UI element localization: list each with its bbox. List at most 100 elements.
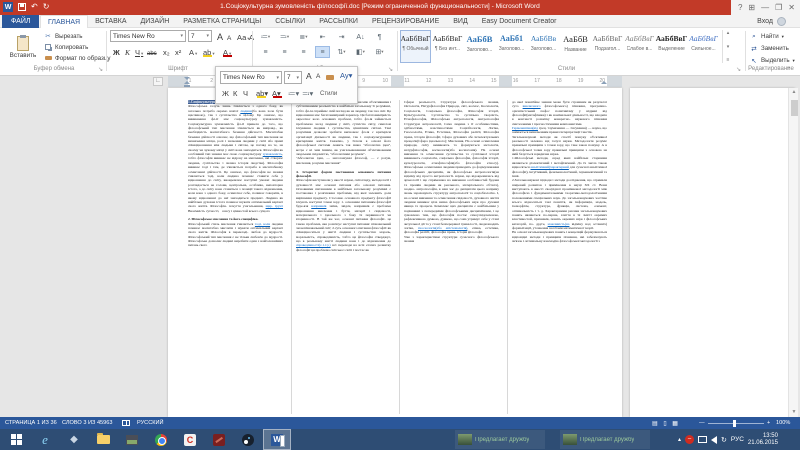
paragraph-btn-1-5[interactable]: А↓ xyxy=(353,31,368,43)
document-page-1[interactable]: 1.Соціокультурна зумовленість філософії.… xyxy=(168,88,622,417)
style-card-4[interactable]: АаБбВв Заголово... xyxy=(528,30,559,63)
paragraph-btn-1-2[interactable]: ≣ ▾ xyxy=(296,31,311,43)
find-button[interactable]: ⌕ Найти ▾ xyxy=(750,31,784,42)
restore-button[interactable]: ❐ xyxy=(775,3,782,12)
taskbar-button-chrome[interactable] xyxy=(147,429,175,450)
left-indent-marker[interactable] xyxy=(184,84,190,87)
mini-font-color-button[interactable]: А ▾ xyxy=(272,89,282,98)
clipboard-item-2[interactable]: Формат по образцу xyxy=(44,53,110,63)
tab-selector-icon[interactable]: ∟ xyxy=(153,77,163,86)
styles-scroll-down-icon[interactable]: ▾ xyxy=(727,44,730,50)
style-card-3[interactable]: АаБб1 Заголово... xyxy=(496,30,527,63)
tab-вид[interactable]: ВИД xyxy=(446,15,474,28)
text-column-2[interactable]: висліфікації. Предметом фл-ії є відношен… xyxy=(296,100,391,416)
language-indicator[interactable]: РУС xyxy=(731,436,744,443)
tab-дизайн[interactable]: ДИЗАЙН xyxy=(134,15,177,28)
taskbar-button-image-viewer[interactable] xyxy=(118,429,146,450)
paragraph-btn-2-6[interactable]: ⊞ ▾ xyxy=(372,46,387,58)
taskbar-button-diamond[interactable]: ◆ xyxy=(60,429,88,450)
tab-вставка[interactable]: ВСТАВКА xyxy=(88,15,133,28)
styles-scroll-up-icon[interactable]: ▴ xyxy=(727,30,730,36)
paragraph-btn-2-1[interactable]: ≡ xyxy=(277,46,292,58)
mini-bullets-button[interactable]: ≔ ▾ xyxy=(288,89,299,98)
format-painter-button[interactable] xyxy=(326,75,334,80)
view-mode-buttons[interactable]: ▤ ▯ ▦ xyxy=(652,420,680,427)
clipboard-dialog-launcher-icon[interactable]: ↘ xyxy=(98,66,103,73)
font-size-combobox[interactable]: 7 ▾ xyxy=(188,30,212,42)
right-indent-marker[interactable] xyxy=(601,81,607,84)
language-status[interactable]: РУССКИЙ xyxy=(137,420,164,426)
paragraph-btn-2-5[interactable]: ◧ ▾ xyxy=(353,46,368,58)
word-logo-icon[interactable]: W xyxy=(3,2,13,12)
minimize-button[interactable]: — xyxy=(761,3,769,12)
mini-underline-button[interactable]: Ч xyxy=(243,89,248,98)
font-btn2-0[interactable]: Ж xyxy=(112,45,121,57)
taskbar-window-button[interactable]: Предлагает дружбу xyxy=(455,430,545,449)
text-column-1[interactable]: 1.Соціокультурна зумовленість філософії.… xyxy=(188,100,283,416)
clipboard-item-0[interactable]: ✂ Вырезать xyxy=(44,31,82,41)
proofing-status-icon[interactable] xyxy=(122,419,130,426)
taskbar-button-start[interactable] xyxy=(2,429,30,450)
word-count-status[interactable]: СЛОВО 3 ИЗ 45963 xyxy=(62,420,113,426)
style-card-7[interactable]: АаБбВвГ Слабое в... xyxy=(624,30,655,63)
style-card-2[interactable]: АаБбВ Заголово... xyxy=(464,30,495,63)
paragraph-btn-1-4[interactable]: ⇥ xyxy=(334,31,349,43)
font-btn2-1[interactable]: К xyxy=(124,45,131,57)
mini-font-size-combobox[interactable]: 7 ▾ xyxy=(284,71,302,84)
shrink-font-button[interactable]: А xyxy=(316,73,320,80)
clock[interactable]: 13:50 21.06.2015 xyxy=(748,433,778,447)
close-button[interactable]: ✕ xyxy=(788,3,795,12)
mini-italic-button[interactable]: К xyxy=(233,89,237,98)
font-btn2-6[interactable]: А ▾ xyxy=(188,45,198,57)
style-card-8[interactable]: АаБбВвГ Выделение xyxy=(656,30,688,63)
font-btn2-8[interactable]: А ▾ xyxy=(222,45,233,57)
style-card-9[interactable]: АаБбВвГ Сильное... xyxy=(688,30,719,63)
styles-button[interactable]: Ау ▾ xyxy=(340,71,352,80)
style-card-6[interactable]: АаБбВвГ Подзагол... xyxy=(592,30,623,63)
scroll-down-icon[interactable]: ▼ xyxy=(789,409,799,415)
zoom-level[interactable]: 100% xyxy=(776,420,790,426)
redo-icon[interactable]: ↻ xyxy=(43,2,50,12)
sign-in[interactable]: Вход xyxy=(757,17,786,26)
font-btn-1[interactable]: А xyxy=(226,30,232,42)
volume-tray-icon[interactable] xyxy=(711,435,718,444)
taskbar-button-ie[interactable]: e xyxy=(31,429,59,450)
style-card-5[interactable]: АаБбВ Название xyxy=(560,30,591,63)
display-tray-icon[interactable] xyxy=(698,436,708,443)
mini-font-family-combobox[interactable]: Times New Ro ▾ xyxy=(220,71,282,84)
font-btn-0[interactable]: А xyxy=(216,30,224,42)
save-icon[interactable] xyxy=(18,3,26,11)
paragraph-btn-1-1[interactable]: ≕ ▾ xyxy=(277,31,292,43)
tab-разметка-страницы[interactable]: РАЗМЕТКА СТРАНИЦЫ xyxy=(176,15,268,28)
page-count-status[interactable]: СТРАНИЦА 1 ИЗ 36 xyxy=(5,420,57,426)
scroll-up-icon[interactable]: ▲ xyxy=(789,89,799,95)
paragraph-btn-2-2[interactable]: ≡ xyxy=(296,46,311,58)
style-card-1[interactable]: АаБбВвГ ¶ Без инт... xyxy=(432,30,463,63)
taskbar-button-dark-red-app[interactable] xyxy=(205,429,233,450)
tab-главная[interactable]: ГЛАВНАЯ xyxy=(40,15,89,28)
grow-font-button[interactable]: А xyxy=(306,71,312,81)
font-btn2-4[interactable]: x₂ xyxy=(162,45,171,57)
style-card-0[interactable]: АаБбВвГ ¶ Обычный xyxy=(400,30,431,63)
tab-file[interactable]: ФАЙЛ xyxy=(2,15,40,28)
tab-рассылки[interactable]: РАССЫЛКИ xyxy=(312,15,365,28)
vertical-scrollbar[interactable]: ▲ ▼ xyxy=(788,88,798,417)
paragraph-btn-1-0[interactable]: ≔ ▾ xyxy=(258,31,273,43)
paragraph-btn-1-6[interactable]: ¶ xyxy=(372,31,387,43)
paragraph-btn-2-4[interactable]: ⇅ ▾ xyxy=(334,46,349,58)
select-button[interactable]: ↖ Выделить ▾ xyxy=(750,55,795,66)
replace-button[interactable]: ⇄ Заменить xyxy=(750,43,789,54)
clipboard-item-1[interactable]: Копировать xyxy=(44,42,88,52)
ribbon-options-icon[interactable]: ⊞ xyxy=(748,3,755,12)
taskbar-button-steam[interactable] xyxy=(234,429,262,450)
font-btn2-3[interactable]: abc xyxy=(146,45,158,57)
sync-tray-icon[interactable]: ↻ xyxy=(721,436,727,444)
mini-highlight-button[interactable]: ab ▾ xyxy=(256,89,268,98)
first-line-indent-marker[interactable] xyxy=(184,77,190,80)
zoom-in-button[interactable]: + xyxy=(767,420,770,426)
mini-bold-button[interactable]: Ж xyxy=(222,89,229,98)
scrollbar-thumb[interactable] xyxy=(790,100,798,116)
taskbar-window-button[interactable]: Предлагает дружбу xyxy=(560,430,650,449)
collapse-ribbon-icon[interactable]: ⌃ xyxy=(786,66,791,73)
styles-more-icon[interactable]: ≡ xyxy=(727,57,730,63)
